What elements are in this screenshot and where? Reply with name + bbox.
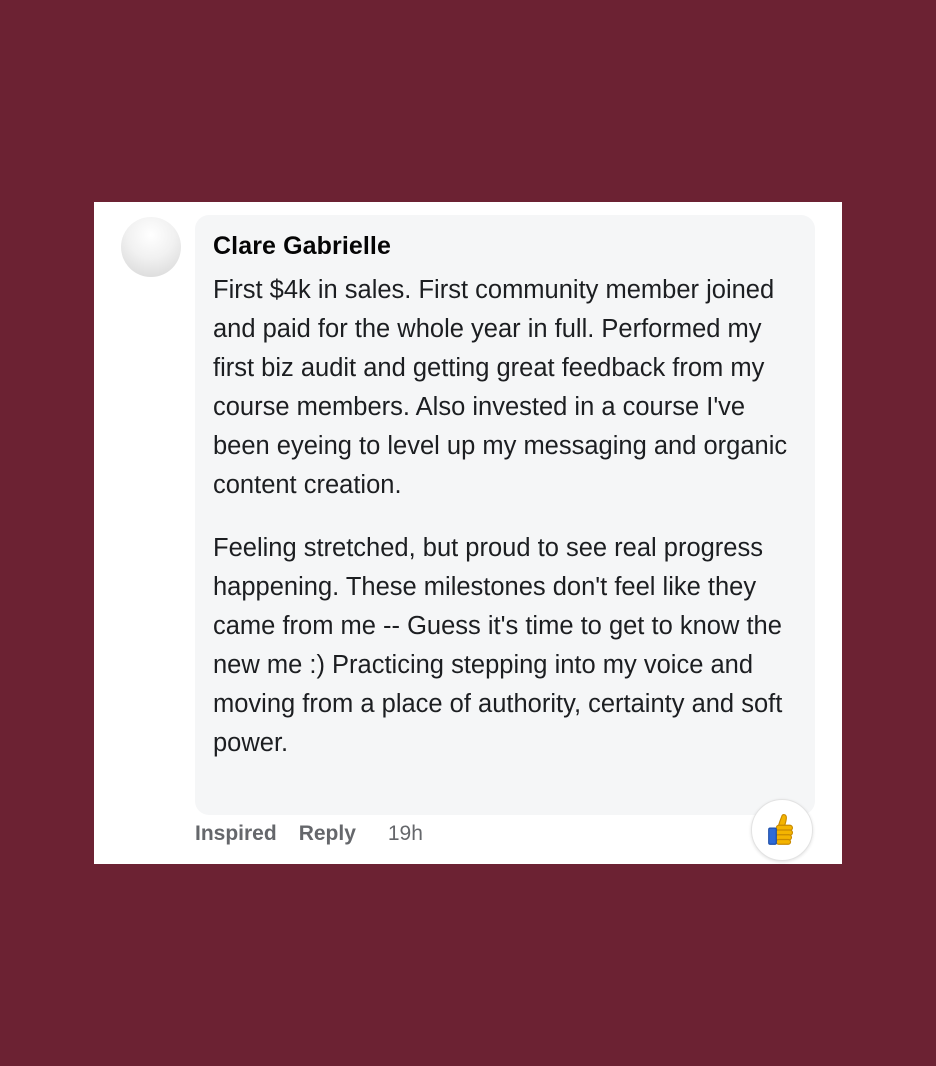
thumbs-up-icon [768,814,794,845]
comment-paragraph: Feeling stretched, but proud to see real… [213,534,783,757]
comment-actions: Inspired Reply 19h [195,822,423,846]
avatar[interactable] [121,217,181,277]
reaction-badge[interactable] [751,799,813,861]
comment-card: Clare Gabrielle First $4k in sales. Firs… [94,202,842,864]
comment-paragraph: First $4k in sales. First community memb… [213,276,788,499]
inspired-reaction-button[interactable]: Inspired [195,822,277,846]
comment-author[interactable]: Clare Gabrielle [213,232,391,261]
comment-timestamp[interactable]: 19h [388,822,423,846]
reply-button[interactable]: Reply [299,822,356,846]
comment-bubble: Clare Gabrielle First $4k in sales. Firs… [195,215,815,815]
comment-body: First $4k in sales. First community memb… [213,271,798,763]
